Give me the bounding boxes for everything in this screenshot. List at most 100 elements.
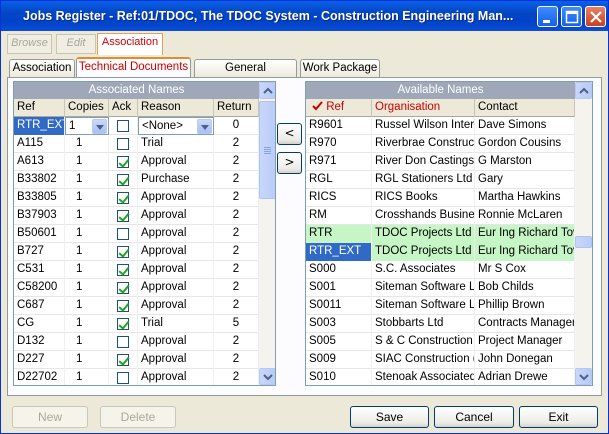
organisation-cell[interactable]: Riverbrae Constructio [372,135,475,153]
tab-general-documents[interactable]: General Documents [194,59,297,91]
ref-cell[interactable]: S005 [306,333,372,351]
reason-cell[interactable]: Approval [138,279,214,297]
col-ack[interactable]: Ack [109,99,138,117]
ack-checkbox[interactable] [117,228,129,240]
return-cell[interactable]: 2 [214,171,259,189]
ref-cell[interactable]: S001 [306,279,372,297]
table-row[interactable]: D227 1 Approval 2 [14,351,259,369]
copies-cell[interactable]: 1 [65,225,109,243]
reason-cell[interactable]: Approval [138,153,214,171]
ref-cell[interactable]: RGL [306,171,372,189]
col-ref[interactable]: Ref [14,99,65,117]
ref-cell[interactable]: B50601 [14,225,65,243]
return-cell[interactable]: 2 [214,369,259,385]
organisation-cell[interactable]: Siteman Software Ltd [372,297,475,315]
tab-work-package[interactable]: Work Package [300,59,380,78]
copies-cell[interactable]: 1 [65,171,109,189]
ref-cell[interactable]: R970 [306,135,372,153]
copies-cell[interactable]: 1 [65,189,109,207]
ref-cell[interactable]: A115 [14,135,65,153]
ack-cell[interactable] [109,243,138,261]
ack-cell[interactable] [109,171,138,189]
table-row[interactable]: RMCrosshands BusinessRonnie McLaren [306,207,575,225]
copies-cell[interactable]: 1 [65,243,109,261]
reason-select[interactable]: <None> [138,117,214,135]
ref-cell[interactable]: B727 [14,243,65,261]
organisation-cell[interactable]: Russel Wilson Intern [372,117,475,135]
reason-cell[interactable]: Approval [138,261,214,279]
save-button[interactable]: Save [350,406,429,428]
ref-cell[interactable]: RTR [306,225,372,243]
contact-cell[interactable]: John Donegan [475,351,575,369]
ack-checkbox[interactable] [117,174,129,186]
contact-cell[interactable]: Dave Simons [475,117,575,135]
scroll-up-button[interactable] [259,82,275,99]
ack-checkbox[interactable] [117,300,129,312]
ack-checkbox[interactable] [117,354,129,366]
dropdown-arrow-icon[interactable] [197,119,212,134]
return-cell[interactable]: 2 [214,135,259,153]
ref-cell[interactable]: RICS [306,189,372,207]
reason-cell[interactable]: Approval [138,351,214,369]
ref-cell[interactable]: CG [14,315,65,333]
contact-cell[interactable]: Eur Ing Richard Tov [475,225,575,243]
reason-cell[interactable]: Trial [138,135,214,153]
copies-cell[interactable]: 1 [65,261,109,279]
table-row[interactable]: C687 1 Approval 2 [14,297,259,315]
contact-cell[interactable]: Project Manager [475,333,575,351]
return-cell[interactable]: 2 [214,351,259,369]
table-row[interactable]: R970Riverbrae ConstructioGordon Cousins [306,135,575,153]
ack-cell[interactable] [109,135,138,153]
browse-tab[interactable]: Browse [7,34,52,54]
scroll-down-button[interactable] [259,368,275,385]
organisation-cell[interactable]: Siteman Software Ltd [372,279,475,297]
ref-cell[interactable]: D22702 [14,369,65,385]
tab-technical-documents[interactable]: Technical Documents [76,57,191,78]
table-row[interactable]: D22702 1 Approval 2 [14,369,259,385]
ack-checkbox[interactable] [117,246,129,258]
reason-cell[interactable]: Approval [138,189,214,207]
return-cell[interactable]: 2 [214,189,259,207]
col-contact[interactable]: Contact [475,99,575,117]
close-button[interactable] [585,6,606,27]
table-row[interactable]: A115 1 Trial 2 [14,135,259,153]
ack-cell[interactable] [109,315,138,333]
associated-scrollbar[interactable] [259,82,275,385]
reason-cell[interactable]: Approval [138,243,214,261]
ack-checkbox[interactable] [117,372,129,384]
ack-checkbox[interactable] [117,120,129,132]
table-row[interactable]: CG 1 Trial 5 [14,315,259,333]
return-cell[interactable]: 2 [214,243,259,261]
contact-cell[interactable]: Adrian Drewe [475,369,575,385]
ref-cell[interactable]: R9601 [306,117,372,135]
edit-tab[interactable]: Edit [56,34,96,54]
table-row[interactable]: B727 1 Approval 2 [14,243,259,261]
organisation-cell[interactable]: Stobbarts Ltd [372,315,475,333]
return-cell[interactable]: 5 [214,315,259,333]
reason-cell[interactable]: Approval [138,333,214,351]
ref-cell[interactable]: B37903 [14,207,65,225]
table-row[interactable]: B37903 1 Approval 2 [14,207,259,225]
ref-cell[interactable]: S003 [306,315,372,333]
ref-cell[interactable]: C58200 [14,279,65,297]
contact-cell[interactable]: Eur Ing Richard Tov [475,243,575,261]
ref-cell[interactable]: S009 [306,351,372,369]
tab-association[interactable]: Association [9,59,75,78]
table-row[interactable]: RICS RICS Books Martha Hawkins [306,189,575,207]
ack-cell[interactable] [109,189,138,207]
table-row[interactable]: RGL RGL Stationers Ltd Gary [306,171,575,189]
maximize-button[interactable] [561,6,582,27]
organisation-cell[interactable]: TDOC Projects Ltd [372,243,475,261]
organisation-cell[interactable]: RICS Books [372,189,475,207]
ref-cell[interactable]: RTR_EXT [14,117,65,135]
reason-cell[interactable]: Approval [138,369,214,385]
scroll-down-button[interactable] [575,368,592,385]
move-left-button[interactable]: < [277,123,302,145]
scroll-thumb[interactable] [575,236,592,248]
ack-checkbox[interactable] [117,210,129,222]
ack-checkbox[interactable] [117,192,129,204]
contact-cell[interactable]: Contracts Manager [475,315,575,333]
available-scrollbar[interactable] [575,82,592,385]
ref-cell[interactable]: B33802 [14,171,65,189]
return-cell[interactable]: 2 [214,279,259,297]
